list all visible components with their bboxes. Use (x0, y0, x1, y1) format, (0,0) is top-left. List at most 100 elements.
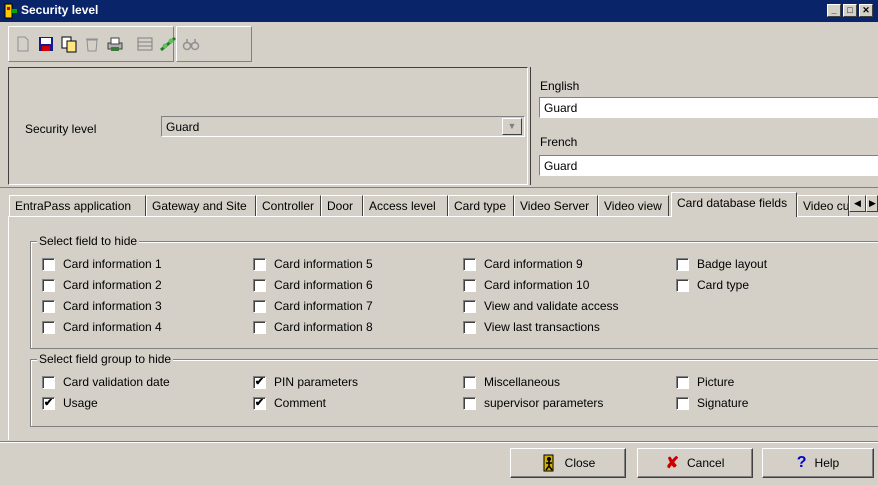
checkbox-view-last-transactions[interactable]: View last transactions (463, 320, 600, 334)
tab-card-type[interactable]: Card type (448, 195, 514, 216)
dropdown-arrow-icon[interactable]: ▼ (502, 118, 522, 135)
checkbox-box[interactable] (253, 320, 266, 334)
copy-icon[interactable] (58, 33, 80, 55)
save-icon[interactable] (35, 33, 57, 55)
checkbox-label: Card information 4 (63, 320, 162, 334)
checkbox-box[interactable]: ✔ (42, 396, 55, 410)
security-level-select[interactable]: Guard (161, 116, 525, 137)
checkbox-comment[interactable]: ✔ Comment (253, 396, 326, 410)
bottom-separator (0, 441, 878, 443)
tab-gateway-and-site[interactable]: Gateway and Site (146, 195, 256, 216)
checkbox-card-validation-date[interactable]: Card validation date (42, 375, 170, 389)
search-icon[interactable] (180, 33, 202, 55)
checkbox-card-information-5[interactable]: Card information 5 (253, 257, 373, 271)
checkbox-card-information-4[interactable]: Card information 4 (42, 320, 162, 334)
checkbox-box[interactable] (463, 320, 476, 334)
english-label: English (540, 79, 580, 93)
checkbox-box[interactable] (676, 375, 689, 389)
security-level-label: Security level (25, 122, 97, 136)
french-label: French (540, 135, 578, 149)
select-field-group-to-hide-group: Select field group to hide Card validati… (30, 352, 878, 427)
checkbox-card-information-8[interactable]: Card information 8 (253, 320, 373, 334)
security-level-pane: Security level Guard ▼ (8, 67, 528, 185)
close-button[interactable]: Close (510, 448, 626, 478)
checkbox-label: Card information 2 (63, 278, 162, 292)
checkbox-card-information-6[interactable]: Card information 6 (253, 278, 373, 292)
checkbox-box[interactable] (463, 257, 476, 271)
tab-video-server[interactable]: Video Server (514, 195, 598, 216)
app-icon (4, 3, 17, 19)
tab-door[interactable]: Door (321, 195, 363, 216)
checkbox-view-and-validate-access[interactable]: View and validate access (463, 299, 619, 313)
checkbox-label: Card type (697, 278, 750, 292)
checkbox-box[interactable] (676, 396, 689, 410)
tab-video-view[interactable]: Video view (598, 195, 669, 216)
checkbox-pin-parameters[interactable]: ✔ PIN parameters (253, 375, 358, 389)
minimize-button[interactable]: _ (827, 4, 841, 17)
tab-area-separator (0, 187, 878, 188)
tab-scroll-right-icon[interactable]: ▶ (866, 195, 878, 212)
select-field-to-hide-group: Select field to hide Card information 1 C… (30, 234, 878, 349)
checkbox-box[interactable] (253, 299, 266, 313)
checkbox-label: Card information 7 (274, 299, 373, 313)
tab-controller[interactable]: Controller (256, 195, 321, 216)
list-icon[interactable] (134, 33, 156, 55)
checkbox-card-type[interactable]: Card type (676, 278, 749, 292)
checkbox-card-information-3[interactable]: Card information 3 (42, 299, 162, 313)
checkbox-box[interactable] (676, 278, 689, 292)
checkbox-usage[interactable]: ✔ Usage (42, 396, 98, 410)
checkbox-label: Card information 3 (63, 299, 162, 313)
checkbox-label: Card information 1 (63, 257, 162, 271)
checkbox-box[interactable]: ✔ (253, 396, 266, 410)
checkbox-box[interactable] (42, 320, 55, 334)
checkbox-badge-layout[interactable]: Badge layout (676, 257, 767, 271)
checkbox-box[interactable] (253, 257, 266, 271)
checkbox-picture[interactable]: Picture (676, 375, 734, 389)
new-icon[interactable] (12, 33, 34, 55)
print-icon[interactable] (104, 33, 126, 55)
close-button-label: Close (564, 456, 596, 470)
checkbox-box[interactable] (42, 299, 55, 313)
security-level-value: Guard (166, 120, 200, 134)
select-field-to-hide-title: Select field to hide (37, 234, 140, 248)
checkbox-box[interactable] (253, 278, 266, 292)
french-name-input[interactable]: Guard (539, 155, 878, 176)
toolbar-group-edit (8, 26, 176, 62)
tab-entrapass-application[interactable]: EntraPass application (9, 195, 146, 216)
language-pane: English Guard French Guard (530, 67, 878, 185)
checkbox-box[interactable] (676, 257, 689, 271)
maximize-button[interactable]: □ (843, 4, 857, 17)
checkbox-box[interactable] (463, 278, 476, 292)
checkbox-box[interactable] (463, 299, 476, 313)
checkbox-label: Card information 10 (484, 278, 590, 292)
checkbox-box[interactable]: ✔ (253, 375, 266, 389)
help-button[interactable]: ? Help (762, 448, 874, 478)
tab-scroll-left-icon[interactable]: ◀ (849, 195, 866, 212)
checkbox-box[interactable] (42, 278, 55, 292)
checkbox-supervisor-parameters[interactable]: supervisor parameters (463, 396, 603, 410)
tab-access-level[interactable]: Access level (363, 195, 448, 216)
checkbox-box[interactable] (42, 257, 55, 271)
cancel-button[interactable]: ✘ Cancel (637, 448, 753, 478)
checkbox-signature[interactable]: Signature (676, 396, 748, 410)
checkbox-label: Comment (274, 396, 327, 410)
checkbox-card-information-7[interactable]: Card information 7 (253, 299, 373, 313)
tab-video-cu[interactable]: Video cu (797, 195, 849, 216)
checkbox-label: Card validation date (63, 375, 170, 389)
checkbox-label: Usage (63, 396, 98, 410)
checkbox-label: Card information 5 (274, 257, 373, 271)
delete-icon[interactable] (81, 33, 103, 55)
english-name-input[interactable]: Guard (539, 97, 878, 118)
checkbox-card-information-9[interactable]: Card information 9 (463, 257, 583, 271)
checkbox-miscellaneous[interactable]: Miscellaneous (463, 375, 560, 389)
checkbox-box[interactable] (463, 375, 476, 389)
close-window-button[interactable]: ✕ (859, 4, 873, 17)
checkbox-card-information-10[interactable]: Card information 10 (463, 278, 589, 292)
tab-card-database-fields[interactable]: Card database fields (671, 192, 797, 217)
checkbox-box[interactable] (42, 375, 55, 389)
select-field-group-to-hide-title: Select field group to hide (37, 352, 174, 366)
checkbox-card-information-1[interactable]: Card information 1 (42, 257, 162, 271)
checkbox-label: supervisor parameters (484, 396, 604, 410)
checkbox-box[interactable] (463, 396, 476, 410)
checkbox-card-information-2[interactable]: Card information 2 (42, 278, 162, 292)
